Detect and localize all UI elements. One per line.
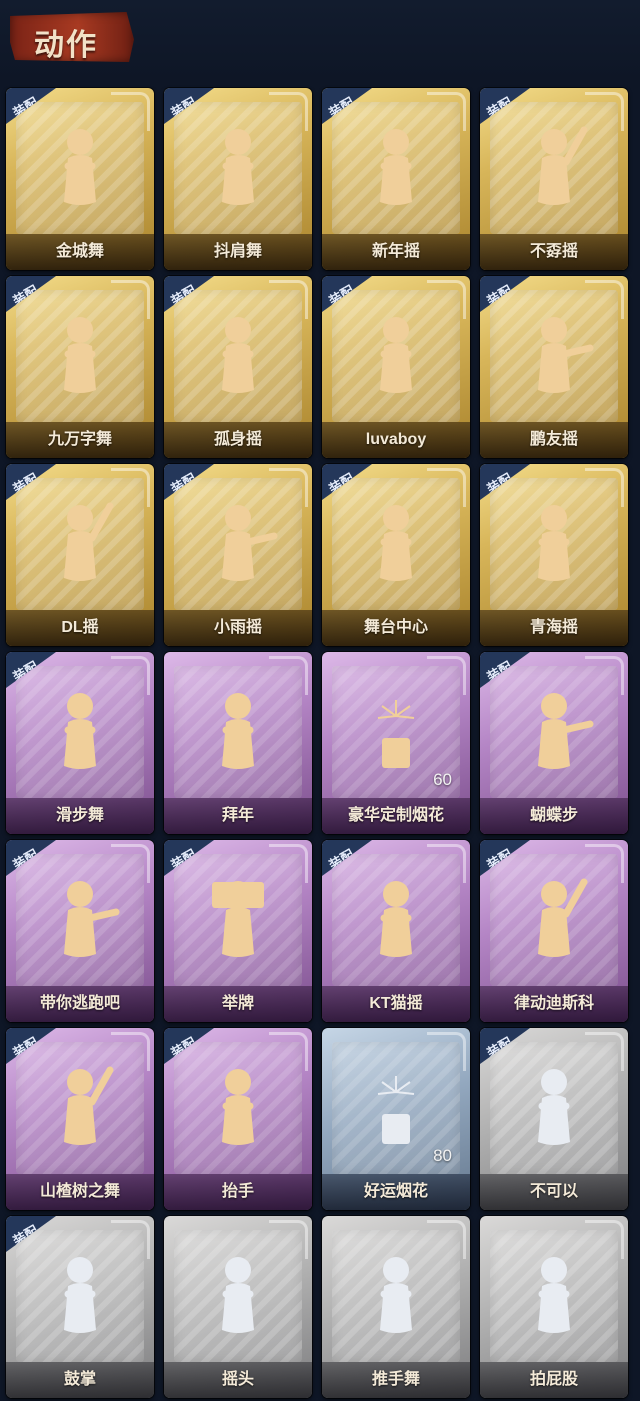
emote-card[interactable]: 装配 luvaboy <box>322 276 470 458</box>
emote-label: 不可以 <box>480 1174 628 1210</box>
emote-label: 鼓掌 <box>6 1362 154 1398</box>
emote-card[interactable]: 装配 带你逃跑吧 <box>6 840 154 1022</box>
emote-card[interactable]: 装配 KT猫摇 <box>322 840 470 1022</box>
emote-card[interactable]: 装配 九万字舞 <box>6 276 154 458</box>
clap-hands-icon <box>40 1250 120 1340</box>
emote-label: luvaboy <box>322 422 470 458</box>
emote-card[interactable]: 装配 不孬摇 <box>480 88 628 270</box>
dancer-cat-icon <box>356 874 436 964</box>
emote-label: 拍屁股 <box>480 1362 628 1398</box>
emote-grid: 装配 金城舞 装配 抖肩舞 装配 新年摇 装配 不孬摇装配 九万字舞 装配 孤身摇 装配 luvaboy… <box>0 88 628 1398</box>
shake-head-icon <box>198 1250 278 1340</box>
emote-label: KT猫摇 <box>322 986 470 1022</box>
dancer-arm-up-icon <box>514 122 594 212</box>
emote-card[interactable]: 装配 蝴蝶步 <box>480 652 628 834</box>
item-count: 60 <box>433 770 452 789</box>
page-title: 动作 <box>34 29 98 62</box>
dancer-raise-arm-icon <box>40 498 120 588</box>
emote-label: 好运烟花 <box>322 1174 470 1210</box>
push-hands-icon <box>356 1250 436 1340</box>
emote-card[interactable]: 装配 律动迪斯科 <box>480 840 628 1022</box>
hold-sign-icon <box>198 874 278 964</box>
emote-label: 豪华定制烟花 <box>322 798 470 834</box>
emote-card[interactable]: 60 豪华定制烟花 <box>322 652 470 834</box>
emote-label: 不孬摇 <box>480 234 628 270</box>
emote-card[interactable]: 装配 滑步舞 <box>6 652 154 834</box>
emote-label: 小雨摇 <box>164 610 312 646</box>
dancer-butterfly-icon <box>514 686 594 776</box>
dancer-slide-icon <box>40 686 120 776</box>
emote-label: 青海摇 <box>480 610 628 646</box>
emote-label: 抬手 <box>164 1174 312 1210</box>
dancer-new-year-icon <box>356 122 436 212</box>
emote-label: 摇头 <box>164 1362 312 1398</box>
dancer-cross-arm-icon <box>356 310 436 400</box>
emote-label: DL摇 <box>6 610 154 646</box>
emote-label: 滑步舞 <box>6 798 154 834</box>
dancer-wave-icon <box>40 122 120 212</box>
pat-butt-icon <box>514 1250 594 1340</box>
raise-hand-icon <box>198 1062 278 1152</box>
emote-label: 抖肩舞 <box>164 234 312 270</box>
dancer-hawthorn-icon <box>40 1062 120 1152</box>
bow-greeting-icon <box>198 686 278 776</box>
item-count: 80 <box>433 1146 452 1165</box>
emote-card[interactable]: 装配 小雨摇 <box>164 464 312 646</box>
dancer-disco-icon <box>514 874 594 964</box>
emote-label: 舞台中心 <box>322 610 470 646</box>
emote-label: 新年摇 <box>322 234 470 270</box>
emote-card[interactable]: 装配 抬手 <box>164 1028 312 1210</box>
emote-card[interactable]: 装配 抖肩舞 <box>164 88 312 270</box>
emote-label: 山楂树之舞 <box>6 1174 154 1210</box>
emote-label: 推手舞 <box>322 1362 470 1398</box>
dancer-rain-icon <box>198 498 278 588</box>
emote-label: 带你逃跑吧 <box>6 986 154 1022</box>
emote-label: 律动迪斯科 <box>480 986 628 1022</box>
dancer-hug-icon <box>514 498 594 588</box>
emote-card[interactable]: 装配 鼓掌 <box>6 1216 154 1398</box>
emote-card[interactable]: 拍屁股 <box>480 1216 628 1398</box>
emote-label: 孤身摇 <box>164 422 312 458</box>
fireworks-box-icon <box>356 686 436 776</box>
emote-label: 鹏友摇 <box>480 422 628 458</box>
emote-card[interactable]: 装配 孤身摇 <box>164 276 312 458</box>
emote-label: 金城舞 <box>6 234 154 270</box>
emote-card[interactable]: 80 好运烟花 <box>322 1028 470 1210</box>
dancer-run-icon <box>40 874 120 964</box>
emote-card[interactable]: 装配 DL摇 <box>6 464 154 646</box>
emote-card[interactable]: 装配 金城舞 <box>6 88 154 270</box>
emote-card[interactable]: 装配 鹏友摇 <box>480 276 628 458</box>
emote-label: 举牌 <box>164 986 312 1022</box>
emote-label: 九万字舞 <box>6 422 154 458</box>
header-bar: 动作 <box>0 0 640 80</box>
emote-card[interactable]: 摇头 <box>164 1216 312 1398</box>
dancer-shoulder-shake-icon <box>198 122 278 212</box>
firework-tube-icon <box>356 1062 436 1152</box>
emote-card[interactable]: 装配 舞台中心 <box>322 464 470 646</box>
title-tag: 动作 <box>10 12 134 62</box>
emote-label: 拜年 <box>164 798 312 834</box>
finger-no-icon <box>514 1062 594 1152</box>
dancer-swirl-icon <box>40 310 120 400</box>
emote-card[interactable]: 拜年 <box>164 652 312 834</box>
emote-card[interactable]: 装配 新年摇 <box>322 88 470 270</box>
dancer-sway-icon <box>198 310 278 400</box>
emote-label: 蝴蝶步 <box>480 798 628 834</box>
emote-card[interactable]: 推手舞 <box>322 1216 470 1398</box>
dancer-center-stage-icon <box>356 498 436 588</box>
emote-card[interactable]: 装配 不可以 <box>480 1028 628 1210</box>
emote-card[interactable]: 装配 青海摇 <box>480 464 628 646</box>
dancer-point-icon <box>514 310 594 400</box>
emote-card[interactable]: 装配 举牌 <box>164 840 312 1022</box>
emote-card[interactable]: 装配 山楂树之舞 <box>6 1028 154 1210</box>
